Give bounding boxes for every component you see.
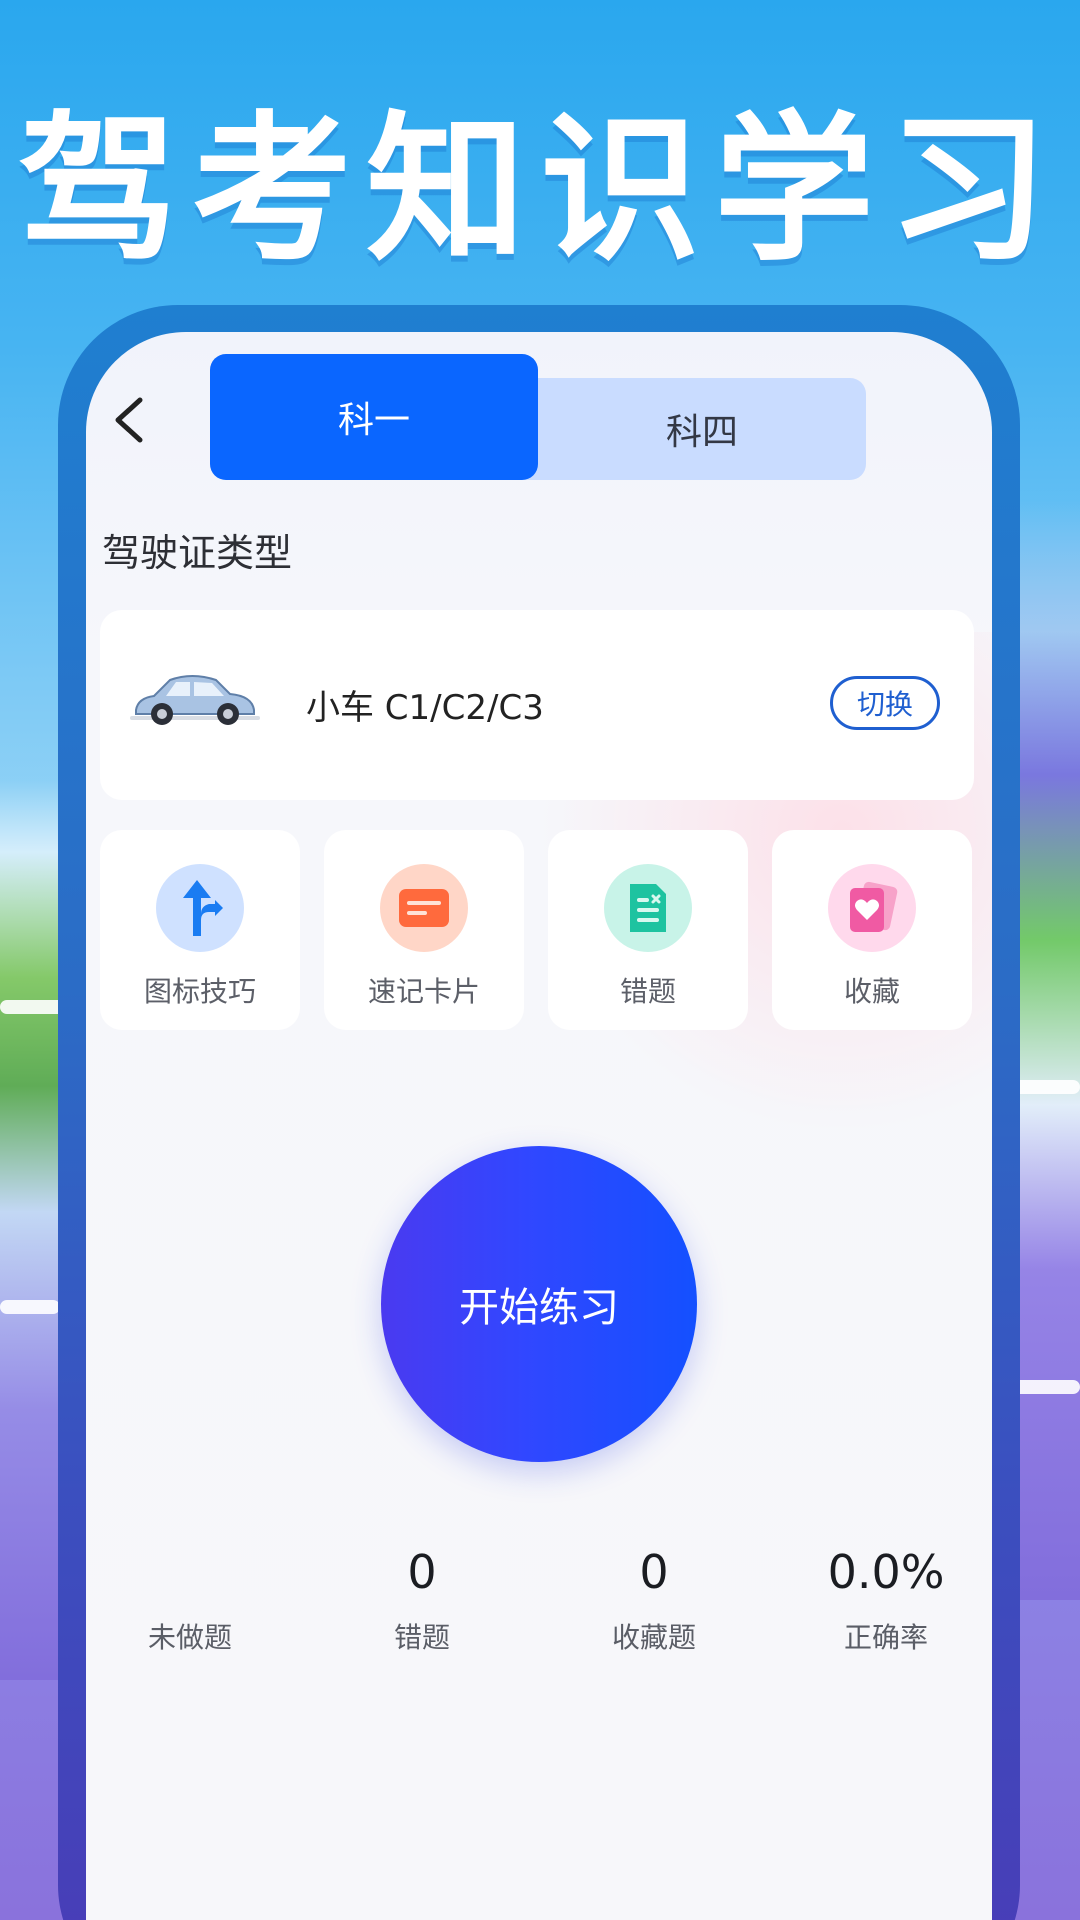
feature-flash-cards[interactable]: 速记卡片 <box>324 830 524 1030</box>
stat-favorites: 0 收藏题 <box>554 1542 754 1656</box>
document-icon <box>604 864 692 952</box>
feature-label: 收藏 <box>843 975 900 1008</box>
scenery-stripe <box>1010 1380 1080 1394</box>
start-practice-button[interactable]: 开始练习 <box>381 1146 697 1462</box>
stat-label: 正确率 <box>843 1621 928 1654</box>
car-icon <box>130 670 260 730</box>
stat-label: 错题 <box>393 1621 450 1654</box>
scenery-stripe <box>0 1300 60 1314</box>
feature-favorites[interactable]: 收藏 <box>772 830 972 1030</box>
stat-value <box>90 1542 290 1602</box>
tab-subject-four[interactable]: 科四 <box>538 378 866 480</box>
promo-headline: 驾考知识学习 <box>17 96 1062 283</box>
feature-sign-tips[interactable]: 图标技巧 <box>100 830 300 1030</box>
stat-unanswered: 未做题 <box>90 1542 290 1656</box>
stat-label: 收藏题 <box>611 1621 696 1654</box>
back-arrow-icon[interactable] <box>106 390 156 450</box>
stat-wrong: 0 错题 <box>322 1542 522 1656</box>
subject-tabs: 科一 科四 <box>210 354 866 480</box>
card-icon <box>380 864 468 952</box>
feature-label: 图标技巧 <box>143 975 256 1008</box>
stat-label: 未做题 <box>147 1621 232 1654</box>
stat-accuracy: 0.0% 正确率 <box>786 1542 986 1656</box>
feature-wrong-questions[interactable]: 错题 <box>548 830 748 1030</box>
stat-value: 0 <box>407 1545 437 1599</box>
promo-poster: 驾考知识学习 科一 科四 驾驶证类型 小车 C1/C2/C3 切换 图标技巧 速… <box>0 0 1080 1920</box>
heart-card-icon <box>828 864 916 952</box>
license-type-value: 小车 C1/C2/C3 <box>306 688 544 728</box>
license-card: 小车 C1/C2/C3 切换 <box>100 610 974 800</box>
tab-subject-one[interactable]: 科一 <box>210 354 538 480</box>
license-type-title: 驾驶证类型 <box>102 531 293 575</box>
road-sign-icon <box>156 864 244 952</box>
switch-license-button[interactable]: 切换 <box>830 676 940 730</box>
app-screen: 科一 科四 驾驶证类型 小车 C1/C2/C3 切换 图标技巧 速记卡片 错题 … <box>86 332 992 1920</box>
stat-value: 0 <box>639 1545 669 1599</box>
feature-label: 速记卡片 <box>367 975 480 1008</box>
feature-label: 错题 <box>619 975 676 1008</box>
stat-value: 0.0% <box>827 1545 945 1599</box>
